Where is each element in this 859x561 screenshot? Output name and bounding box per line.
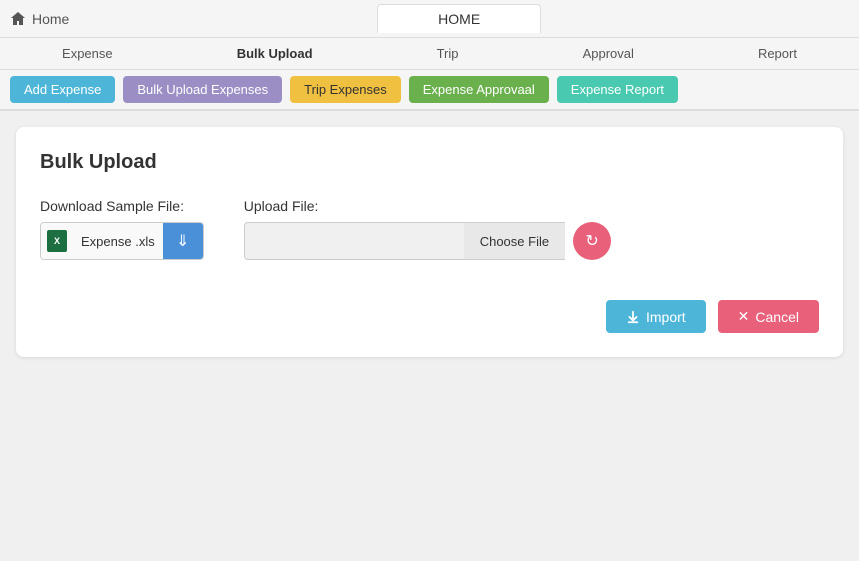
nav-item-report[interactable]: Report — [738, 38, 817, 69]
footer-buttons: Import ✕ Cancel — [40, 300, 819, 333]
home-icon — [10, 11, 26, 27]
cancel-label: Cancel — [755, 309, 799, 325]
download-icon: ⇓ — [176, 231, 189, 251]
import-icon — [626, 310, 640, 324]
home-tab[interactable]: HOME — [377, 4, 541, 33]
upload-group: Upload File: Choose File ↻ — [244, 198, 611, 260]
nav-item-expense[interactable]: Expense — [42, 38, 133, 69]
download-file-row: X Expense .xls ⇓ — [40, 222, 204, 260]
choose-file-button[interactable]: Choose File — [464, 222, 565, 260]
add-expense-button[interactable]: Add Expense — [10, 76, 115, 103]
reset-button[interactable]: ↻ — [573, 222, 611, 260]
trip-expenses-button[interactable]: Trip Expenses — [290, 76, 401, 103]
upload-text-input[interactable] — [244, 222, 464, 260]
top-bar: Home HOME — [0, 0, 859, 38]
nav-item-bulk-upload[interactable]: Bulk Upload — [217, 38, 333, 69]
home-link[interactable]: Home — [10, 11, 69, 27]
card-title: Bulk Upload — [40, 151, 819, 174]
expense-approval-button[interactable]: Expense Approvaal — [409, 76, 549, 103]
excel-icon: X — [47, 230, 67, 252]
import-button[interactable]: Import — [606, 300, 706, 333]
file-name: Expense .xls — [73, 234, 163, 249]
nav-item-approval[interactable]: Approval — [563, 38, 654, 69]
download-group: Download Sample File: X Expense .xls ⇓ — [40, 198, 204, 260]
expense-report-button[interactable]: Expense Report — [557, 76, 678, 103]
cancel-button[interactable]: ✕ Cancel — [718, 300, 819, 333]
excel-icon-wrapper: X — [41, 222, 73, 260]
nav-row: Expense Bulk Upload Trip Approval Report — [0, 38, 859, 70]
home-label: Home — [32, 11, 69, 27]
form-row: Download Sample File: X Expense .xls ⇓ U… — [40, 198, 819, 260]
cancel-x-icon: ✕ — [738, 308, 750, 325]
nav-item-trip[interactable]: Trip — [417, 38, 479, 69]
bulk-upload-expenses-button[interactable]: Bulk Upload Expenses — [123, 76, 282, 103]
reset-icon: ↻ — [585, 231, 598, 251]
upload-label: Upload File: — [244, 198, 611, 214]
home-tab-center: HOME — [69, 4, 849, 33]
upload-input-row: Choose File ↻ — [244, 222, 611, 260]
download-label: Download Sample File: — [40, 198, 204, 214]
import-label: Import — [646, 309, 686, 325]
main-content: Bulk Upload Download Sample File: X Expe… — [0, 111, 859, 556]
bulk-upload-card: Bulk Upload Download Sample File: X Expe… — [16, 127, 843, 357]
action-bar: Add Expense Bulk Upload Expenses Trip Ex… — [0, 70, 859, 111]
download-button[interactable]: ⇓ — [163, 222, 203, 260]
